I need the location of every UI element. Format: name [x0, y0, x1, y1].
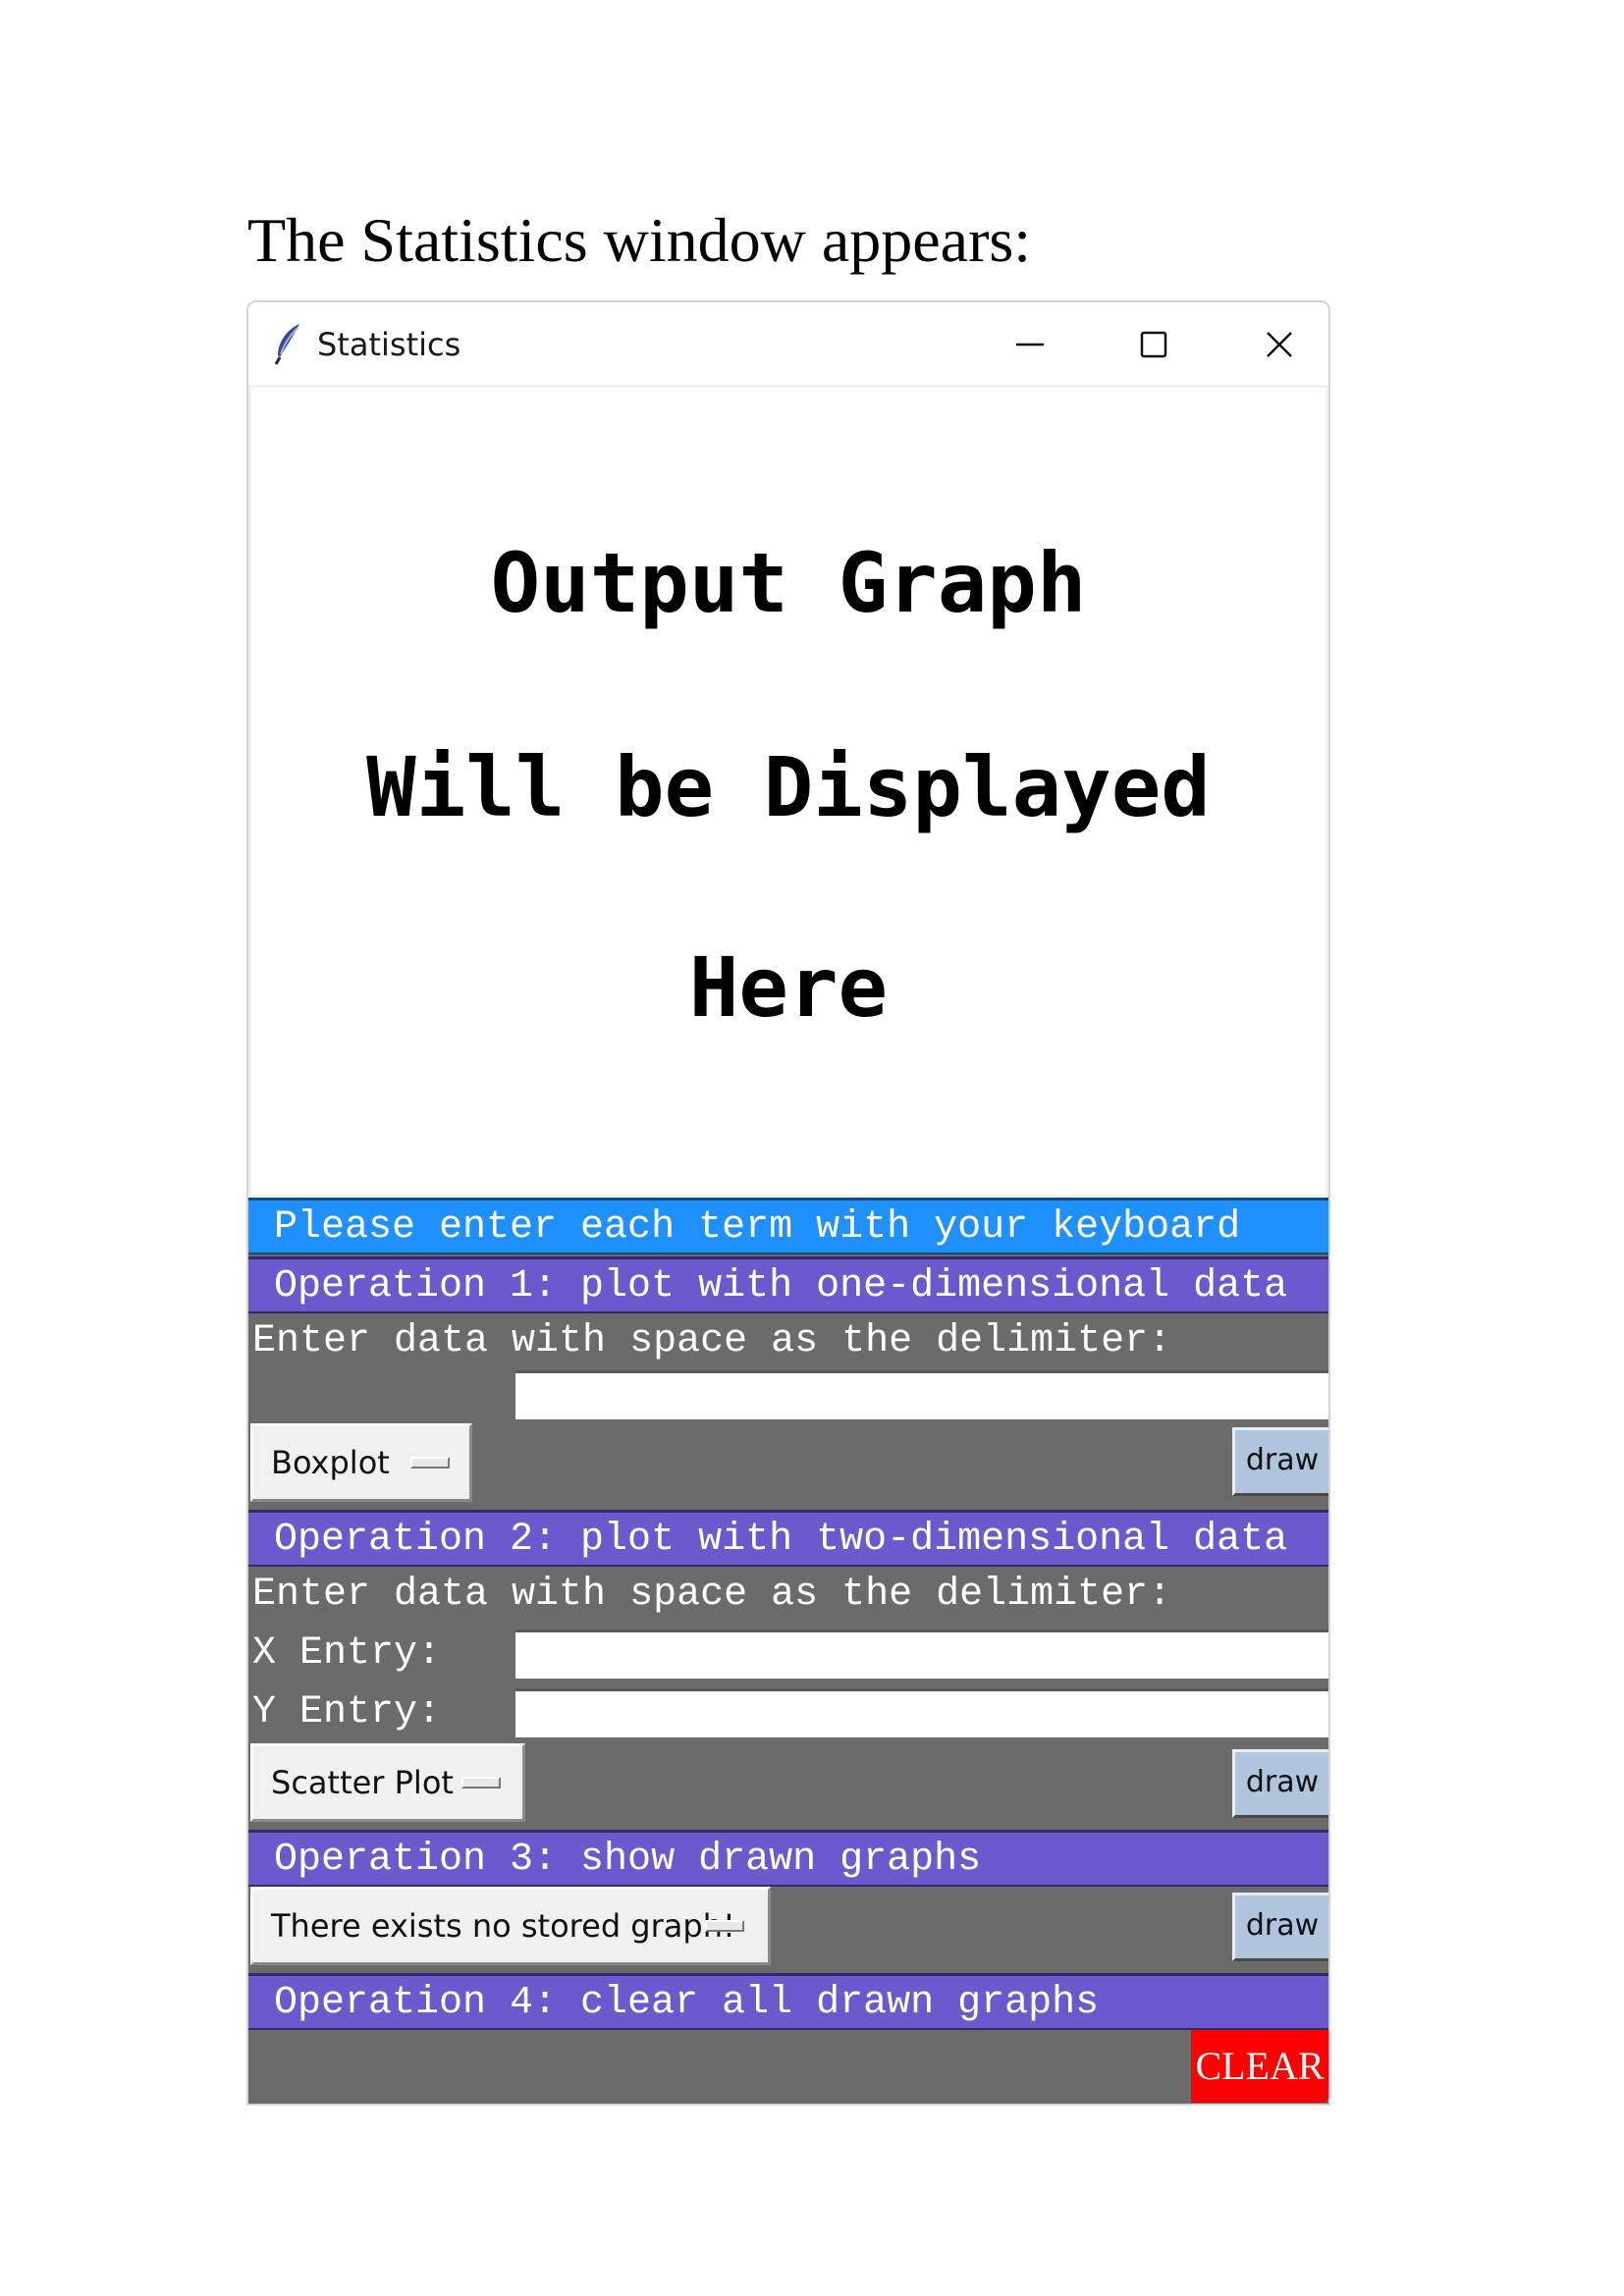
operation1-data-input[interactable] [515, 1370, 1328, 1419]
document-caption: The Statistics window appears: [247, 205, 1032, 275]
operation3-heading: Operation 3: show drawn graphs [248, 1830, 1328, 1887]
output-graph-area: Output Graph Will be Displayed Here [248, 385, 1328, 1198]
graph-placeholder-line-2: Will be Displayed [366, 739, 1211, 835]
instruction-banner: Please enter each term with your keyboar… [248, 1198, 1328, 1255]
window-title: Statistics [317, 326, 461, 363]
dropdown-indicator-icon [705, 1920, 744, 1932]
maximize-icon [1140, 331, 1167, 358]
close-button[interactable] [1250, 320, 1309, 369]
x-entry-label: X Entry: [252, 1631, 442, 1676]
operation1-prompt: Enter data with space as the delimiter: [252, 1319, 1172, 1363]
clear-button[interactable]: CLEAR [1191, 2030, 1328, 2103]
operation2-heading: Operation 2: plot with two-dimensional d… [248, 1510, 1328, 1567]
operation1-plot-type-dropdown[interactable]: Boxplot [250, 1423, 472, 1502]
operation2-plot-type-value: Scatter Plot [271, 1764, 454, 1801]
x-entry-input[interactable] [515, 1629, 1328, 1679]
operation3-draw-button[interactable]: draw [1232, 1893, 1328, 1961]
minimize-button[interactable] [1001, 320, 1059, 369]
y-entry-label: Y Entry: [252, 1690, 442, 1735]
feather-icon [272, 322, 305, 365]
minimize-icon [1016, 343, 1044, 347]
operation1-draw-button[interactable]: draw [1232, 1427, 1328, 1496]
operation1-heading: Operation 1: plot with one-dimensional d… [248, 1256, 1328, 1313]
operation4-heading: Operation 4: clear all drawn graphs [248, 1973, 1328, 2030]
dropdown-indicator-icon [461, 1777, 501, 1789]
y-entry-input[interactable] [515, 1688, 1328, 1737]
stored-graph-value: There exists no stored graph! [271, 1907, 735, 1945]
dropdown-indicator-icon [410, 1457, 450, 1468]
operation2-plot-type-dropdown[interactable]: Scatter Plot [250, 1743, 525, 1822]
operation2-prompt: Enter data with space as the delimiter: [252, 1573, 1172, 1617]
stored-graph-dropdown[interactable]: There exists no stored graph! [250, 1887, 771, 1965]
graph-placeholder-line-3: Here [688, 939, 889, 1036]
maximize-button[interactable] [1124, 320, 1183, 369]
title-bar[interactable]: Statistics [248, 302, 1328, 385]
statistics-window: Statistics Output Graph Will be Displaye… [246, 300, 1330, 2106]
operation1-plot-type-value: Boxplot [271, 1444, 390, 1481]
operation2-draw-button[interactable]: draw [1232, 1749, 1328, 1818]
graph-placeholder-line-1: Output Graph [490, 535, 1087, 631]
window-content: Output Graph Will be Displayed Here Plea… [248, 385, 1328, 2104]
close-icon [1267, 332, 1292, 357]
